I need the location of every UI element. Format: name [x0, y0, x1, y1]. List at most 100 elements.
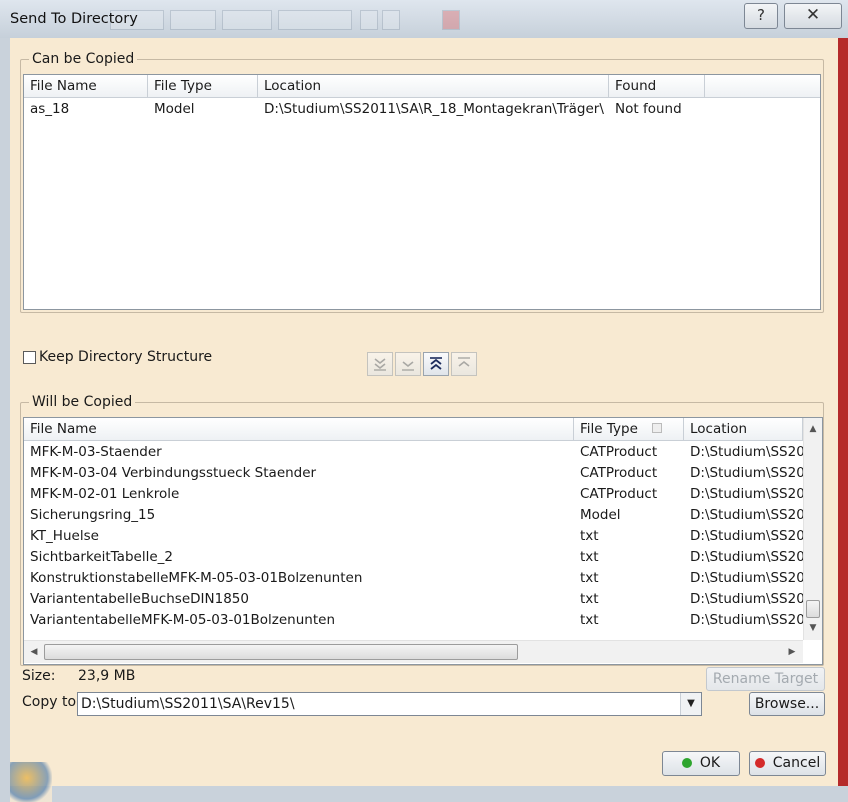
dialog-client-area: Can be Copied File Name File Type Locati… — [10, 38, 838, 802]
can-be-copied-header: File Name File Type Location Found — [24, 75, 820, 98]
column-header-file-name[interactable]: File Name — [24, 418, 574, 440]
move-all-up-button[interactable] — [423, 352, 449, 376]
close-icon: ✕ — [805, 5, 821, 25]
table-row[interactable]: VariantentabelleBuchseDIN1850 txt D:\Studi… — [24, 589, 803, 610]
row-location: D:\Studium\SS20 — [690, 549, 803, 565]
move-down-button[interactable] — [395, 352, 421, 376]
row-file-type: txt — [580, 528, 599, 544]
cancel-button[interactable]: Cancel — [749, 751, 826, 776]
row-location: D:\Studium\SS20 — [690, 591, 803, 607]
copy-to-path: D:\Studium\SS2011\SA\Rev15\ — [81, 696, 295, 712]
row-file-name: KonstruktionstabelleMFK-M-05-03-01Bolzen… — [30, 570, 363, 586]
row-location: D:\Studium\SS20 — [690, 570, 803, 586]
column-header-location[interactable]: Location — [684, 418, 803, 440]
row-file-type: CATProduct — [580, 486, 658, 502]
column-header-found[interactable]: Found — [609, 75, 705, 97]
vertical-scrollbar[interactable]: ▲ ▼ — [803, 418, 822, 640]
row-file-type: txt — [580, 591, 599, 607]
ok-label: OK — [699, 755, 721, 771]
cancel-status-dot-icon — [754, 758, 765, 768]
column-header-file-type-label: File Type — [580, 421, 638, 437]
table-row[interactable]: VariantentabelleMFK-M-05-03-01Bolzenunte… — [24, 610, 803, 631]
background-toolbar — [110, 8, 460, 30]
copy-to-combobox[interactable]: D:\Studium\SS2011\SA\Rev15\ ▼ — [77, 692, 702, 716]
chevron-up-icon — [458, 357, 470, 367]
size-label: Size: — [22, 668, 56, 684]
row-file-name: KT_Huelse — [30, 528, 99, 544]
move-all-down-button[interactable] — [367, 352, 393, 376]
table-row[interactable]: MFK-M-03-Staender CATProduct D:\Studium\SS… — [24, 442, 803, 463]
row-location: D:\Studium\SS20 — [690, 612, 803, 628]
row-location: D:\Studium\SS2011\SA\R_18_Montagekran\Tr… — [264, 101, 604, 117]
double-chevron-up-icon — [430, 357, 442, 370]
horizontal-scrollbar[interactable]: ◀ ▶ — [24, 640, 803, 663]
table-row[interactable]: KonstruktionstabelleMFK-M-05-03-01Bolzen… — [24, 568, 803, 589]
chevron-down-icon — [402, 361, 414, 371]
sort-indicator-icon — [652, 423, 663, 433]
column-header-location[interactable]: Location — [258, 75, 609, 97]
copy-to-label: Copy to: — [22, 694, 81, 710]
scroll-up-arrow-icon[interactable]: ▲ — [805, 421, 821, 437]
row-file-name: MFK-M-03-Staender — [30, 444, 162, 460]
row-file-type: CATProduct — [580, 444, 658, 460]
close-button[interactable]: ✕ — [784, 3, 842, 29]
can-be-copied-legend: Can be Copied — [29, 51, 138, 67]
row-file-name: Sicherungsring_15 — [30, 507, 156, 523]
window-title: Send To Directory — [10, 11, 138, 27]
will-be-copied-header: File Name File Type Location — [24, 418, 803, 441]
chevron-down-icon[interactable]: ▼ — [680, 693, 701, 715]
row-file-name: MFK-M-03-04 Verbindungsstueck Staender — [30, 465, 317, 481]
horizontal-scroll-thumb[interactable] — [44, 644, 518, 660]
ok-button[interactable]: OK — [662, 751, 740, 776]
vertical-scroll-thumb[interactable] — [806, 600, 820, 618]
will-be-copied-legend: Will be Copied — [29, 394, 136, 410]
table-row[interactable]: KT_Huelse txt D:\Studium\SS20 — [24, 526, 803, 547]
ok-status-dot-icon — [681, 758, 692, 768]
help-icon: ? — [757, 6, 765, 24]
can-be-copied-list[interactable]: File Name File Type Location Found as_18… — [23, 74, 821, 310]
will-be-copied-group: Will be Copied File Name File Type Locat… — [20, 394, 824, 666]
background-window-edge — [838, 38, 848, 802]
row-file-name: SichtbarkeitTabelle_2 — [30, 549, 173, 565]
cancel-label: Cancel — [772, 755, 821, 771]
table-row[interactable]: MFK-M-03-04 Verbindungsstueck Staender CA… — [24, 463, 803, 484]
row-file-name: VariantentabelleBuchseDIN1850 — [30, 591, 249, 607]
column-header-file-type[interactable]: File Type — [574, 418, 684, 440]
row-file-type: txt — [580, 570, 599, 586]
title-bar: Send To Directory ? ✕ — [0, 0, 848, 38]
table-row[interactable]: SichtbarkeitTabelle_2 txt D:\Studium\SS20 — [24, 547, 803, 568]
scroll-down-arrow-icon[interactable]: ▼ — [805, 620, 821, 636]
rename-target-button[interactable]: Rename Target — [706, 667, 825, 691]
row-file-name: MFK-M-02-01 Lenkrole — [30, 486, 180, 502]
keep-directory-structure-label[interactable]: Keep Directory Structure — [39, 349, 212, 365]
row-file-type: txt — [580, 612, 599, 628]
row-location: D:\Studium\SS20 — [690, 465, 803, 481]
window-frame-bottom — [0, 786, 848, 802]
row-file-type: CATProduct — [580, 465, 658, 481]
row-location: D:\Studium\SS20 — [690, 486, 803, 502]
move-up-button[interactable] — [451, 352, 477, 376]
double-chevron-down-icon — [374, 358, 386, 371]
row-file-type: txt — [580, 549, 599, 565]
help-button[interactable]: ? — [744, 3, 778, 29]
scroll-right-arrow-icon[interactable]: ▶ — [784, 644, 800, 660]
column-header-file-type[interactable]: File Type — [148, 75, 258, 97]
table-row[interactable]: Sicherungsring_15 Model D:\Studium\SS20 — [24, 505, 803, 526]
row-location: D:\Studium\SS20 — [690, 444, 803, 460]
row-file-type: Model — [580, 507, 621, 523]
window-frame-left — [0, 38, 10, 802]
scroll-left-arrow-icon[interactable]: ◀ — [26, 644, 42, 660]
will-be-copied-list[interactable]: File Name File Type Location MFK-M-03-St… — [23, 417, 823, 665]
can-be-copied-group: Can be Copied File Name File Type Locati… — [20, 51, 824, 313]
table-row[interactable]: as_18 Model D:\Studium\SS2011\SA\R_18_Mo… — [24, 99, 820, 120]
row-location: D:\Studium\SS20 — [690, 507, 803, 523]
row-file-name: VariantentabelleMFK-M-05-03-01Bolzenunte… — [30, 612, 335, 628]
row-file-name: as_18 — [30, 101, 70, 117]
app-logo-icon — [10, 762, 52, 802]
browse-button[interactable]: Browse... — [749, 692, 825, 716]
row-location: D:\Studium\SS20 — [690, 528, 803, 544]
table-row[interactable]: MFK-M-02-01 Lenkrole CATProduct D:\Studium… — [24, 484, 803, 505]
keep-directory-structure-checkbox[interactable] — [23, 351, 36, 364]
column-header-file-name[interactable]: File Name — [24, 75, 148, 97]
row-found: Not found — [615, 101, 682, 117]
